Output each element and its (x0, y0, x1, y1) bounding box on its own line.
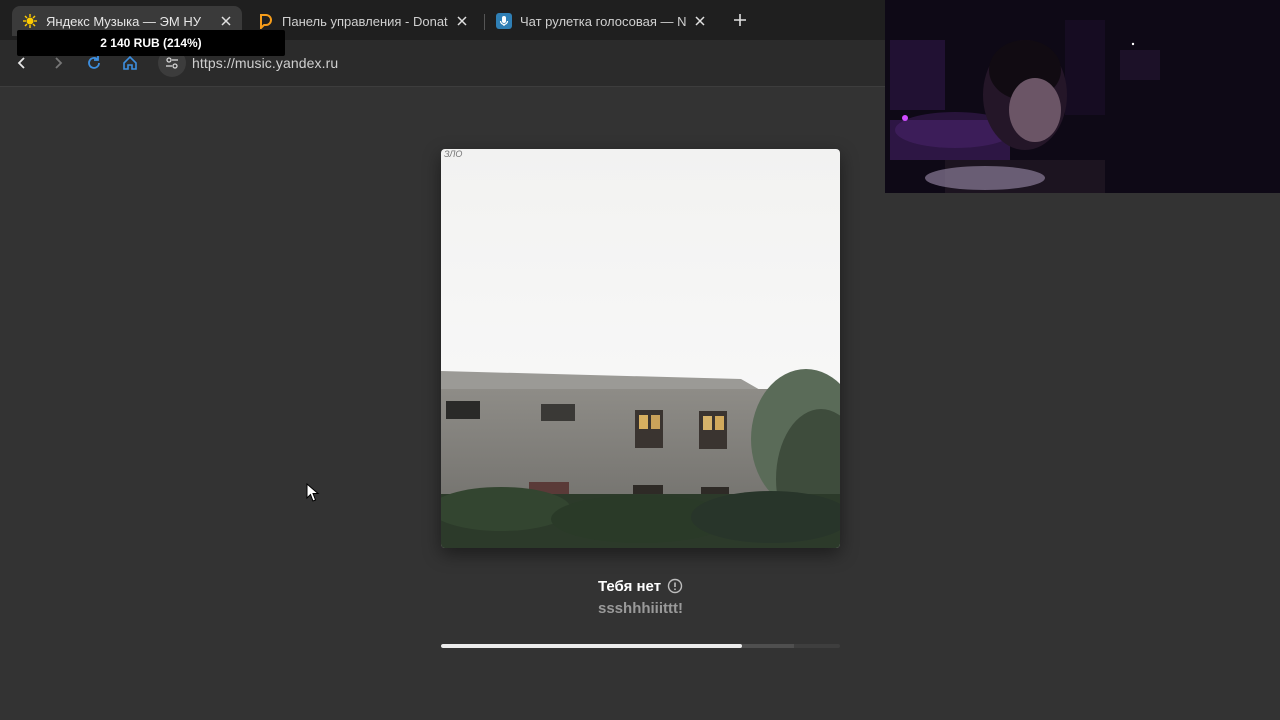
plus-icon (734, 14, 746, 26)
donation-goal-overlay: 2 140 RUB (214%) (17, 30, 285, 56)
new-tab-button[interactable] (730, 10, 750, 30)
toolbar-divider (0, 86, 885, 87)
close-icon[interactable] (692, 13, 708, 29)
tab-title: Яндекс Музыка — ЭМ НУ (46, 13, 201, 29)
microphone-icon (496, 13, 512, 29)
playback-progress-bar[interactable] (441, 644, 840, 648)
donationalerts-icon (258, 13, 274, 29)
tab-voice-chat[interactable]: Чат рулетка голосовая — Nek (486, 6, 716, 36)
reload-button[interactable] (84, 53, 104, 73)
back-button[interactable] (12, 53, 32, 73)
track-title[interactable]: Тебя нет (598, 578, 661, 595)
yandex-music-icon (22, 13, 38, 29)
reload-icon (88, 56, 100, 69)
webcam-overlay (885, 0, 1280, 193)
home-icon (123, 55, 137, 70)
album-cover-image (441, 149, 840, 548)
url-text: https://music.yandex.ru (192, 55, 339, 71)
artist-name[interactable]: ssshhhiiittt! (441, 600, 840, 617)
cover-caption: ЗЛО (444, 149, 463, 159)
forward-button[interactable] (48, 53, 68, 73)
tab-title: Чат рулетка голосовая — Nek (520, 13, 686, 29)
album-cover[interactable] (441, 149, 840, 548)
home-button[interactable] (120, 53, 140, 73)
webcam-feed (885, 0, 1280, 193)
arrow-left-icon (17, 57, 25, 69)
played-bar (441, 644, 743, 648)
track-title-row: Тебя нет (441, 575, 840, 597)
tab-title: Панель управления - Donation (282, 13, 448, 29)
arrow-right-icon (55, 57, 63, 69)
close-icon[interactable] (218, 13, 234, 29)
tab-divider (484, 14, 485, 30)
mouse-cursor (306, 482, 320, 503)
info-icon[interactable] (667, 578, 683, 594)
close-icon[interactable] (454, 13, 470, 29)
